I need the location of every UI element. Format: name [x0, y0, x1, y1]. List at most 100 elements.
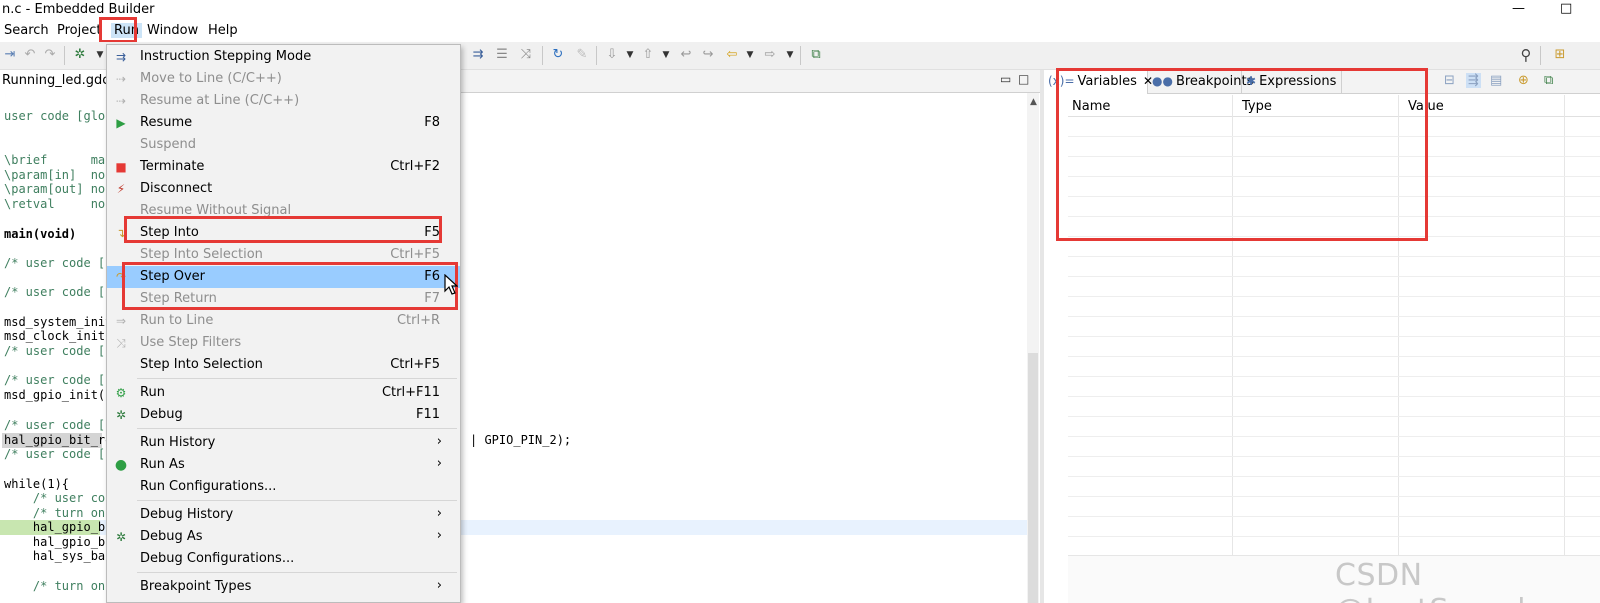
menu-item-terminate[interactable]: ■ Terminate Ctrl+F2	[107, 156, 460, 178]
forward-icon[interactable]: ↷	[42, 47, 58, 63]
expressions-icon: ✱	[1246, 74, 1257, 88]
resume-icon: ▶	[116, 116, 126, 130]
code-line: while(1){	[4, 477, 70, 491]
menu-item-debug-as[interactable]: ✲ Debug As ›	[107, 526, 460, 548]
code-line: /* user code [	[4, 285, 106, 299]
column-name[interactable]: Name	[1072, 99, 1110, 114]
menu-help[interactable]: Help	[208, 23, 238, 38]
step-into-icon: ↴	[115, 226, 127, 240]
maximize-view-icon[interactable]: □	[1018, 72, 1029, 86]
table-row	[1068, 197, 1600, 217]
variables-table[interactable]: Name Type Value	[1068, 95, 1600, 603]
menu-item-debug-configurations[interactable]: Debug Configurations...	[107, 548, 460, 570]
panel-splitter[interactable]	[1040, 70, 1044, 603]
menu-item-run-to-line[interactable]: ⇒ Run to Line Ctrl+R	[107, 310, 460, 332]
table-row	[1068, 317, 1600, 337]
table-row	[1068, 157, 1600, 177]
search-icon[interactable]: ⚲	[1518, 47, 1534, 63]
menu-project[interactable]: Project	[57, 23, 101, 38]
debug-bug-icon[interactable]: ✲	[72, 47, 88, 63]
maximize-button[interactable]: □	[1560, 1, 1572, 16]
pin-view-icon[interactable]: ⧉	[1544, 73, 1553, 88]
perspective-icon[interactable]: ⊞	[1552, 47, 1568, 63]
step-filters-icon: ⤨	[116, 336, 126, 350]
forward-nav-icon[interactable]: ⇨	[762, 47, 778, 63]
code-line: /* user coc	[4, 491, 113, 505]
chevron-down-icon[interactable]: ▼	[622, 47, 638, 63]
chevron-down-icon[interactable]: ▼	[658, 47, 674, 63]
resume-without-signal-icon	[113, 203, 129, 219]
menu-item-instruction-stepping-mode[interactable]: ⇉ Instruction Stepping Mode	[107, 46, 460, 68]
last-edit-icon[interactable]: ↩	[678, 47, 694, 63]
code-line: \param[in] non	[4, 168, 113, 182]
instruction-step-icon[interactable]: ⇉	[470, 47, 486, 63]
next-edit-icon[interactable]: ↪	[700, 47, 716, 63]
tab-variables[interactable]: (x)= Variables ✕	[1044, 70, 1153, 94]
menu-item-step-into[interactable]: ↴ Step Into F5	[107, 222, 460, 244]
breakpoints-icon: ●●	[1152, 74, 1173, 88]
menu-item-use-step-filters[interactable]: ⤨ Use Step Filters	[107, 332, 460, 354]
menu-item-step-return[interactable]: Step Return F7	[107, 288, 460, 310]
table-row	[1068, 497, 1600, 517]
step-list-icon[interactable]: ☰	[494, 47, 510, 63]
menu-item-run-as[interactable]: ● Run As ›	[107, 454, 460, 476]
scroll-up-icon[interactable]: ▲	[1030, 97, 1037, 107]
table-row	[1068, 417, 1600, 437]
back-icon[interactable]: ↶	[22, 47, 38, 63]
menu-item-step-over[interactable]: ↷ Step Over F6	[107, 266, 460, 288]
tab-breakpoints[interactable]: ●● Breakpoints	[1148, 70, 1253, 94]
chevron-down-icon[interactable]: ▼	[742, 47, 758, 63]
variables-table-header: Name Type Value	[1068, 95, 1600, 117]
new-view-icon[interactable]: ⊕	[1518, 73, 1529, 88]
menu-item-step-into-selection-disabled[interactable]: Step Into Selection Ctrl+F5	[107, 244, 460, 266]
editor-tab-label: Running_led.gdc	[2, 73, 110, 88]
menu-item-run[interactable]: ⚙ Run Ctrl+F11	[107, 382, 460, 404]
menu-item-resume-at-line[interactable]: ⇢ Resume at Line (C/C++)	[107, 90, 460, 112]
code-line: hal_gpio_bi	[4, 535, 113, 549]
step-over-icon: ↷	[115, 270, 127, 284]
menu-separator	[137, 378, 457, 379]
chevron-down-icon[interactable]: ▼	[782, 47, 798, 63]
debug-as-icon: ✲	[115, 530, 127, 544]
menu-item-debug[interactable]: ✲ Debug F11	[107, 404, 460, 426]
editor-scrollbar[interactable]	[1027, 93, 1039, 603]
tab-variables-label: Variables	[1077, 74, 1137, 89]
menu-search[interactable]: Search	[4, 23, 49, 38]
menu-item-resume[interactable]: ▶ Resume F8	[107, 112, 460, 134]
minimize-view-icon[interactable]: ▭	[1000, 72, 1011, 86]
menu-item-run-history[interactable]: Run History ›	[107, 432, 460, 454]
menu-item-disconnect[interactable]: ⚡ Disconnect	[107, 178, 460, 200]
collapse-all-icon[interactable]: ⊟	[1444, 73, 1455, 88]
refresh-icon[interactable]: ↻	[550, 47, 566, 63]
terminate-icon: ■	[115, 160, 127, 174]
column-value[interactable]: Value	[1408, 99, 1444, 114]
show-type-names-icon[interactable]: ⇶	[1466, 73, 1481, 88]
menu-item-breakpoint-types[interactable]: Breakpoint Types ›	[107, 576, 460, 598]
menu-item-suspend[interactable]: Suspend	[107, 134, 460, 156]
pen-icon[interactable]: ✎	[574, 47, 590, 63]
submenu-arrow-icon: ›	[436, 506, 442, 521]
debug-step-icon[interactable]: ⇥	[2, 47, 18, 63]
tab-expressions[interactable]: ✱ Expressions	[1242, 70, 1342, 94]
open-perspective-icon[interactable]: ⧉	[808, 47, 824, 63]
table-row	[1068, 517, 1600, 537]
menu-item-step-into-selection[interactable]: Step Into Selection Ctrl+F5	[107, 354, 460, 376]
column-type[interactable]: Type	[1242, 99, 1272, 114]
menu-bar: Search Project Run Window Help	[0, 20, 1600, 42]
menu-run[interactable]: Run	[111, 23, 142, 38]
prev-annotation-icon[interactable]: ⇧	[640, 47, 656, 63]
menu-item-run-configurations[interactable]: Run Configurations...	[107, 476, 460, 498]
menu-item-resume-without-signal[interactable]: Resume Without Signal	[107, 200, 460, 222]
run-icon: ⚙	[115, 386, 127, 400]
menu-item-move-to-line[interactable]: ⇢ Move to Line (C/C++)	[107, 68, 460, 90]
menu-item-debug-history[interactable]: Debug History ›	[107, 504, 460, 526]
step-filter-icon[interactable]: ⤨	[518, 47, 534, 63]
minimize-button[interactable]: —	[1512, 1, 1525, 16]
window-title: n.c - Embedded Builder	[2, 2, 155, 17]
next-annotation-icon[interactable]: ⇩	[604, 47, 620, 63]
back-nav-icon[interactable]: ⇦	[724, 47, 740, 63]
menu-window[interactable]: Window	[147, 23, 198, 38]
mouse-cursor-icon	[444, 274, 458, 295]
editor-tab-running-led[interactable]: Running_led.gdc	[0, 70, 117, 93]
layout-icon[interactable]: ▤	[1490, 73, 1502, 88]
